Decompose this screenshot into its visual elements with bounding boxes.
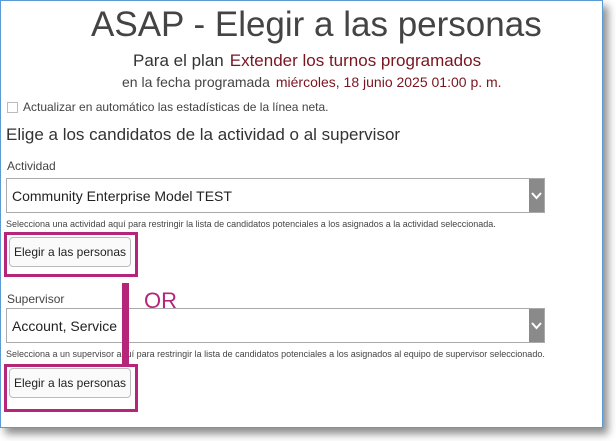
plan-prefix: Para el plan [133, 51, 224, 70]
auto-update-label: Actualizar en automático las estadística… [23, 100, 329, 114]
chevron-down-icon[interactable] [529, 179, 544, 212]
section-heading: Elige a los candidatos de la actividad o… [6, 125, 401, 144]
date-line: en la fecha programada miércoles, 18 juni… [122, 74, 502, 90]
page-title: ASAP - Elegir a las personas [91, 5, 542, 44]
date-prefix: en la fecha programada [122, 74, 270, 90]
activity-selected-value: Community Enterprise Model TEST [12, 188, 232, 204]
highlight-box-supervisor-button [4, 364, 138, 412]
auto-update-checkbox[interactable] [7, 101, 18, 113]
annotation-connector [122, 283, 129, 366]
supervisor-selected-value: Account, Service [12, 318, 118, 334]
plan-name: Extender los turnos programados [229, 51, 482, 70]
date-value: miércoles, 18 junio 2025 01:00 p. m. [275, 74, 502, 90]
supervisor-label: Supervisor [7, 292, 65, 306]
activity-label: Actividad [7, 159, 56, 173]
chevron-down-icon[interactable] [529, 309, 544, 342]
auto-update-row[interactable]: Actualizar en automático las estadística… [7, 100, 329, 114]
activity-select[interactable]: Community Enterprise Model TEST [6, 178, 545, 213]
dialog-frame: ASAP - Elegir a las personas Para el pla… [0, 0, 603, 428]
supervisor-select[interactable]: Account, Service [6, 308, 545, 343]
supervisor-help-text: Selecciona a un supervisor aquí para res… [6, 349, 545, 359]
plan-line: Para el plan Extender los turnos programa… [133, 51, 481, 71]
activity-help-text: Selecciona una actividad aquí para restr… [6, 219, 496, 229]
or-annotation: OR [144, 288, 177, 313]
highlight-box-activity-button [4, 232, 138, 277]
